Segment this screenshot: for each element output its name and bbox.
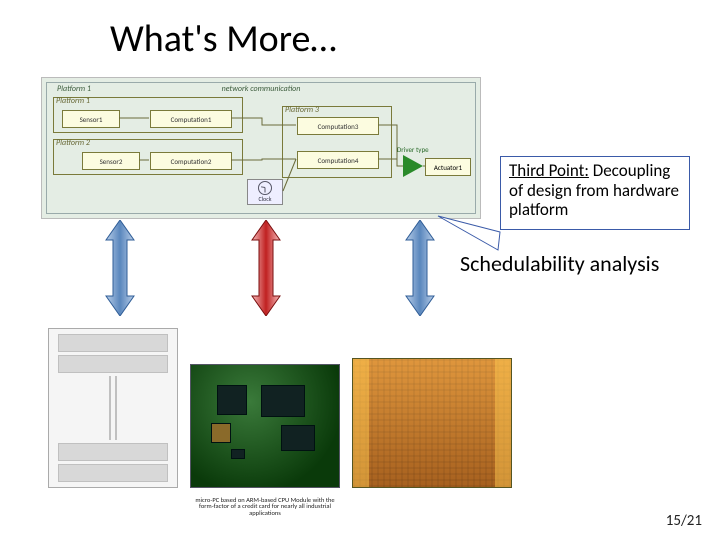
diagram-label-network: network communication	[222, 84, 301, 94]
amplifier-icon	[403, 155, 423, 177]
block-computation2: Computation2	[150, 152, 232, 170]
callout-box: Third Point: Decoupling of design from h…	[500, 156, 690, 230]
hardware-image-die	[352, 358, 512, 488]
hardware-pcb-caption: micro-PC based on ARM-based CPU Module w…	[191, 497, 339, 517]
block-computation3: Computation3	[297, 117, 379, 135]
clock-label: Clock	[258, 195, 271, 203]
platform-2: Platform 2 Sensor2 Computation2	[53, 139, 243, 175]
block-sensor2: Sensor2	[82, 152, 140, 170]
hardware-image-block-diagram	[48, 328, 178, 488]
page-number: 15/21	[666, 512, 702, 530]
block-sensor1: Sensor1	[62, 110, 120, 128]
slide: What's More… Platform 1 network communic…	[0, 0, 720, 540]
slide-title: What's More…	[110, 16, 337, 62]
driver-label: Driver type	[397, 145, 429, 154]
diagram-label-platform1: Platform 1	[57, 84, 91, 94]
double-arrow-2	[246, 220, 286, 316]
callout-lead: Third Point:	[509, 160, 589, 181]
platform-2-label: Platform 2	[56, 138, 90, 148]
hardware-image-pcb: micro-PC based on ARM-based CPU Module w…	[190, 364, 340, 488]
system-diagram: Platform 1 network communication Platfor…	[46, 82, 476, 214]
block-actuator: Actuator1	[425, 158, 471, 176]
platform-3: Platform 3 Computation3 Computation4	[282, 106, 392, 178]
clock-block: Clock	[247, 179, 283, 205]
block-computation4: Computation4	[297, 151, 379, 169]
clock-icon	[258, 181, 272, 195]
schedulability-text: Schedulability analysis	[460, 250, 659, 277]
platform-1-label: Platform 1	[56, 96, 90, 106]
platform-3-label: Platform 3	[285, 105, 319, 115]
double-arrow-3	[400, 220, 440, 316]
block-computation1: Computation1	[150, 110, 232, 128]
hardware-row: micro-PC based on ARM-based CPU Module w…	[48, 328, 512, 488]
double-arrow-1	[100, 220, 140, 316]
platform-1: Platform 1 Sensor1 Computation1	[53, 97, 243, 133]
